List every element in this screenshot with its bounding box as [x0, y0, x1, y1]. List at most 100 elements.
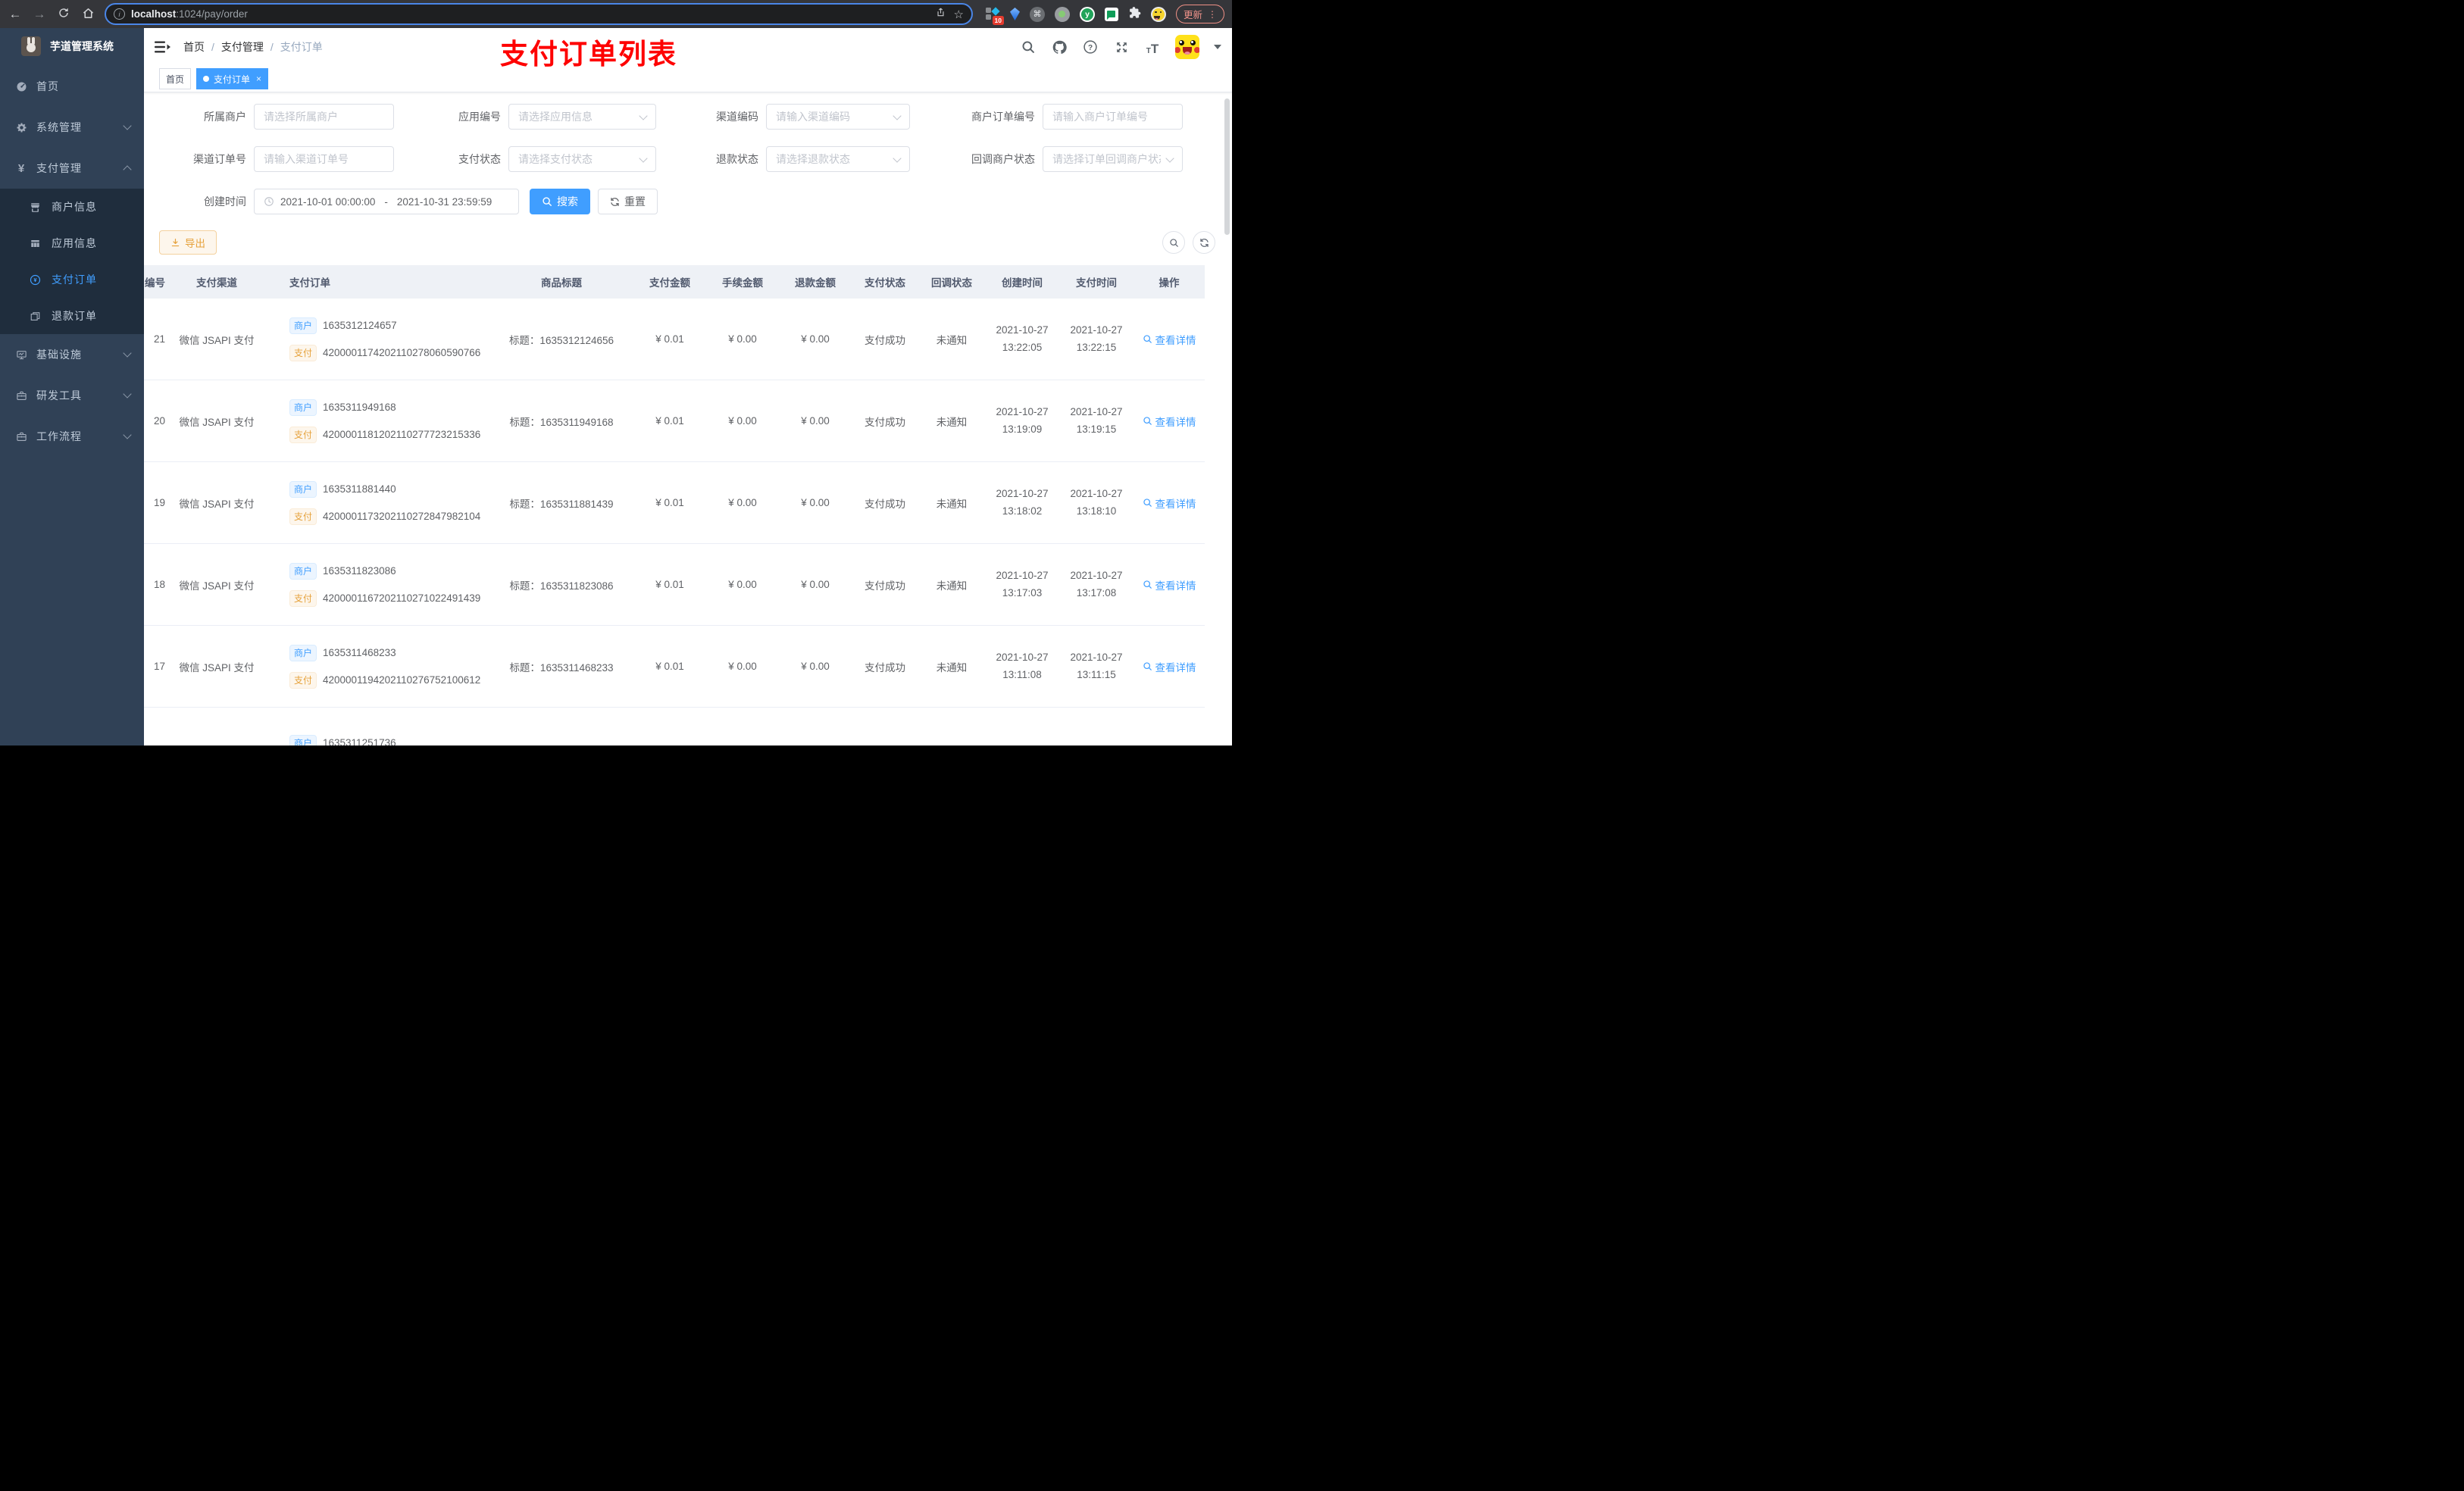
- extension-tiles-icon[interactable]: 10: [985, 6, 1004, 25]
- page-scrollbar[interactable]: [1224, 98, 1230, 235]
- page-content: 所属商户 应用编号 请选择应用信息 渠道编码 请输入渠道编码 商户订单编号: [144, 92, 1232, 746]
- extensions-row: 10 ⌘ y 更新 ⋮: [982, 5, 1224, 25]
- show-search-toggle-button[interactable]: [1162, 231, 1185, 254]
- extension-y-icon[interactable]: y: [1079, 6, 1095, 22]
- search-icon: [1169, 238, 1178, 247]
- extension-badge: 10: [992, 15, 1004, 25]
- extension-chat-icon[interactable]: [1104, 7, 1118, 21]
- browser-home-icon[interactable]: [80, 7, 95, 22]
- search-button[interactable]: 搜索: [530, 189, 590, 214]
- grid-icon: [29, 238, 41, 249]
- view-detail-link[interactable]: 查看详情: [1143, 414, 1196, 429]
- address-bar[interactable]: i localhost:1024/pay/order ☆: [105, 3, 973, 25]
- yen-icon: ¥: [17, 161, 25, 175]
- url-text: localhost:1024/pay/order: [131, 8, 248, 20]
- search-icon[interactable]: [1020, 39, 1037, 55]
- shop-icon: [29, 202, 41, 213]
- refresh-icon: [611, 197, 619, 206]
- chevron-down-icon: [1165, 153, 1174, 163]
- profile-avatar-icon[interactable]: [1150, 6, 1166, 22]
- share-icon[interactable]: [935, 6, 946, 22]
- merchant-badge: 商户: [289, 480, 317, 498]
- sidebar-item-refund-order[interactable]: 退款订单: [0, 298, 144, 334]
- app-select[interactable]: 请选择应用信息: [508, 104, 656, 130]
- tag-pay-order[interactable]: 支付订单 ×: [196, 68, 269, 89]
- filter-row-1: 所属商户 应用编号 请选择应用信息 渠道编码 请输入渠道编码 商户订单编号: [159, 103, 1217, 130]
- view-detail-link[interactable]: 查看详情: [1143, 332, 1196, 347]
- monitor-icon: [15, 349, 27, 361]
- dashboard-icon: [15, 81, 27, 92]
- breadcrumb-home[interactable]: 首页: [183, 39, 205, 55]
- merchant-badge: 商户: [289, 399, 317, 416]
- reset-button[interactable]: 重置: [598, 189, 658, 214]
- sidebar-item-workflow[interactable]: 工作流程: [0, 416, 144, 457]
- filter-label-pay-status: 支付状态: [458, 153, 501, 165]
- browser-back-icon[interactable]: ←: [8, 8, 23, 20]
- sidebar-collapse-icon[interactable]: [155, 40, 171, 54]
- pay-badge: 支付: [289, 508, 317, 525]
- avatar-caret-icon[interactable]: [1214, 45, 1221, 53]
- export-button[interactable]: 导出: [159, 230, 217, 255]
- merchant-order-no-input[interactable]: [1043, 104, 1183, 130]
- browser-menu-icon[interactable]: ⋮: [1208, 9, 1217, 20]
- filter-label-notify-status: 回调商户状态: [971, 153, 1035, 165]
- channel-order-no-input[interactable]: [254, 146, 394, 172]
- orders-table: 编号 支付渠道 支付订单 商品标题 支付金额 手续金额 退款金额 支付状态 回调…: [144, 265, 1205, 746]
- extension-gem-icon[interactable]: [1009, 8, 1020, 20]
- filter-label-channel-order-no: 渠道订单号: [193, 153, 246, 165]
- bookmark-star-icon[interactable]: ☆: [954, 8, 964, 21]
- merchant-badge: 商户: [289, 317, 317, 334]
- sidebar-item-home[interactable]: 首页: [0, 66, 144, 107]
- browser-forward-icon[interactable]: →: [32, 8, 47, 20]
- fullscreen-icon[interactable]: [1113, 39, 1130, 55]
- extensions-puzzle-icon[interactable]: [1128, 6, 1141, 23]
- filter-row-3: 创建时间 2021-10-01 00:00:00 - 2021-10-31 23…: [159, 188, 1217, 215]
- view-detail-link[interactable]: 查看详情: [1143, 577, 1196, 592]
- filter-label-app: 应用编号: [458, 111, 501, 123]
- user-avatar[interactable]: [1175, 35, 1199, 59]
- channel-code-select[interactable]: 请输入渠道编码: [766, 104, 910, 130]
- refresh-table-button[interactable]: [1193, 231, 1215, 254]
- merchant-badge: 商户: [289, 644, 317, 661]
- sidebar-item-app-info[interactable]: 应用信息: [0, 225, 144, 261]
- help-icon[interactable]: ?: [1082, 39, 1099, 55]
- browser-update-button[interactable]: 更新 ⋮: [1175, 5, 1224, 23]
- table-row: 19 微信 JSAPI 支付 商户 1635311881440 支付 4200001…: [144, 462, 1205, 544]
- breadcrumb-pay[interactable]: 支付管理: [221, 39, 264, 55]
- chevron-down-icon: [123, 389, 132, 399]
- merchant-badge: 商户: [289, 562, 317, 580]
- refund-status-select[interactable]: 请选择退款状态: [766, 146, 910, 172]
- extension-dot-icon[interactable]: [1054, 6, 1070, 22]
- tag-home[interactable]: 首页: [159, 68, 192, 89]
- notify-status-select[interactable]: 请选择订单回调商户状态: [1043, 146, 1183, 172]
- pay-status-select[interactable]: 请选择支付状态: [508, 146, 656, 172]
- tag-close-icon[interactable]: ×: [256, 73, 261, 84]
- browser-reload-icon[interactable]: [56, 7, 71, 21]
- chevron-down-icon: [123, 121, 132, 130]
- github-icon[interactable]: [1051, 39, 1068, 55]
- table-row: 21 微信 JSAPI 支付 商户 1635312124657 支付 4200001…: [144, 299, 1205, 380]
- view-detail-link[interactable]: 查看详情: [1143, 495, 1196, 511]
- sidebar-item-pay[interactable]: ¥ 支付管理: [0, 148, 144, 189]
- sidebar: 芋道管理系统 首页 系统管理 ¥ 支付管理 商户信息 应用信息 ¥ 支付订单 退…: [0, 28, 144, 746]
- sidebar-item-devtools[interactable]: 研发工具: [0, 375, 144, 416]
- sidebar-item-system[interactable]: 系统管理: [0, 107, 144, 148]
- font-size-icon[interactable]: TT: [1144, 39, 1161, 55]
- filter-label-channel-code: 渠道编码: [716, 111, 758, 123]
- create-time-range-picker[interactable]: 2021-10-01 00:00:00 - 2021-10-31 23:59:5…: [254, 189, 519, 214]
- extension-command-icon[interactable]: ⌘: [1029, 6, 1045, 22]
- download-icon: [171, 238, 180, 246]
- search-icon: [1143, 580, 1152, 589]
- top-navbar: 首页 / 支付管理 / 支付订单 支付订单列表 ? T T: [144, 28, 1232, 70]
- pay-badge: 支付: [289, 589, 317, 607]
- pay-badge: 支付: [289, 344, 317, 361]
- site-info-icon[interactable]: i: [114, 8, 125, 20]
- chevron-down-icon: [893, 153, 902, 163]
- view-detail-link[interactable]: 查看详情: [1143, 659, 1196, 674]
- sidebar-item-pay-order[interactable]: ¥ 支付订单: [0, 261, 144, 298]
- merchant-select[interactable]: [254, 104, 394, 130]
- sidebar-item-infra[interactable]: 基础设施: [0, 334, 144, 375]
- sidebar-item-merchant-info[interactable]: 商户信息: [0, 189, 144, 225]
- app-logo[interactable]: 芋道管理系统: [0, 28, 144, 64]
- chevron-down-icon: [639, 153, 648, 163]
